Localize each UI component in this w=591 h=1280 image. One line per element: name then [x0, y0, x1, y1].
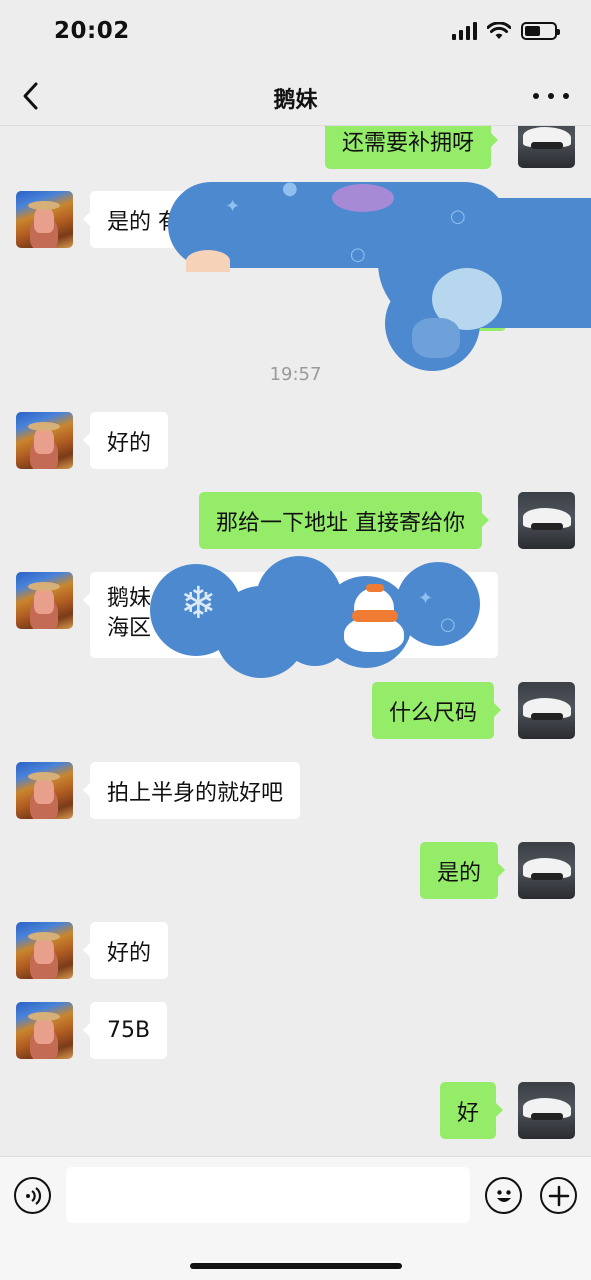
battery-icon — [521, 22, 560, 40]
message-bubble[interactable]: 什么尺码 — [372, 682, 502, 739]
status-icons — [452, 22, 560, 40]
message-input[interactable] — [66, 1167, 470, 1223]
status-bar: 20:02 — [0, 0, 591, 66]
message-bubble[interactable]: 好 — [440, 1082, 504, 1139]
message-bubble[interactable]: 那给一下地址 直接寄给你 — [199, 492, 489, 549]
snowflake-icon: ❄ — [180, 578, 217, 629]
message-bubble[interactable]: 好的 — [82, 922, 169, 979]
more-dots-icon — [533, 93, 539, 99]
add-button[interactable] — [540, 1177, 577, 1214]
my-avatar[interactable] — [518, 842, 575, 899]
contact-avatar[interactable] — [16, 1002, 73, 1059]
status-time: 20:02 — [54, 18, 130, 44]
chat-title: 鹅妹 — [273, 88, 318, 113]
my-avatar[interactable] — [518, 1082, 575, 1139]
voice-icon — [25, 1186, 41, 1205]
contact-avatar[interactable] — [16, 572, 73, 629]
plus-circle-icon — [548, 1185, 569, 1206]
emoji-icon — [496, 1189, 511, 1202]
message-bubble[interactable]: 75B — [82, 1002, 168, 1059]
message-bubble[interactable]: 是的 — [420, 842, 506, 899]
home-indicator — [190, 1263, 402, 1269]
my-avatar[interactable] — [518, 682, 575, 739]
more-button[interactable] — [533, 80, 569, 112]
emoji-button[interactable] — [485, 1177, 522, 1214]
cellular-signal-icon — [452, 22, 477, 40]
chat-header: 鹅妹 — [0, 66, 591, 126]
voice-button[interactable] — [14, 1177, 51, 1214]
contact-avatar[interactable] — [16, 191, 73, 248]
chevron-left-icon — [23, 82, 38, 110]
wifi-icon — [487, 22, 511, 39]
contact-avatar[interactable] — [16, 412, 73, 469]
input-bar — [0, 1156, 591, 1280]
message-bubble[interactable]: 好的 — [82, 412, 169, 469]
back-button[interactable] — [16, 80, 46, 112]
message-bubble[interactable]: 还需要补拥呀 — [325, 126, 499, 169]
message-bubble[interactable]: 拍上半身的就好吧 — [82, 762, 301, 819]
contact-avatar[interactable] — [16, 922, 73, 979]
message-list[interactable]: 还需要补拥呀 是的 有 天 ✦ ● ○ ○ 19:57 好的 那给一下地址 直接… — [0, 126, 591, 1156]
my-avatar[interactable] — [518, 492, 575, 549]
contact-avatar[interactable] — [16, 762, 73, 819]
message-timestamp: 19:57 — [269, 364, 322, 385]
my-avatar[interactable] — [518, 126, 575, 168]
